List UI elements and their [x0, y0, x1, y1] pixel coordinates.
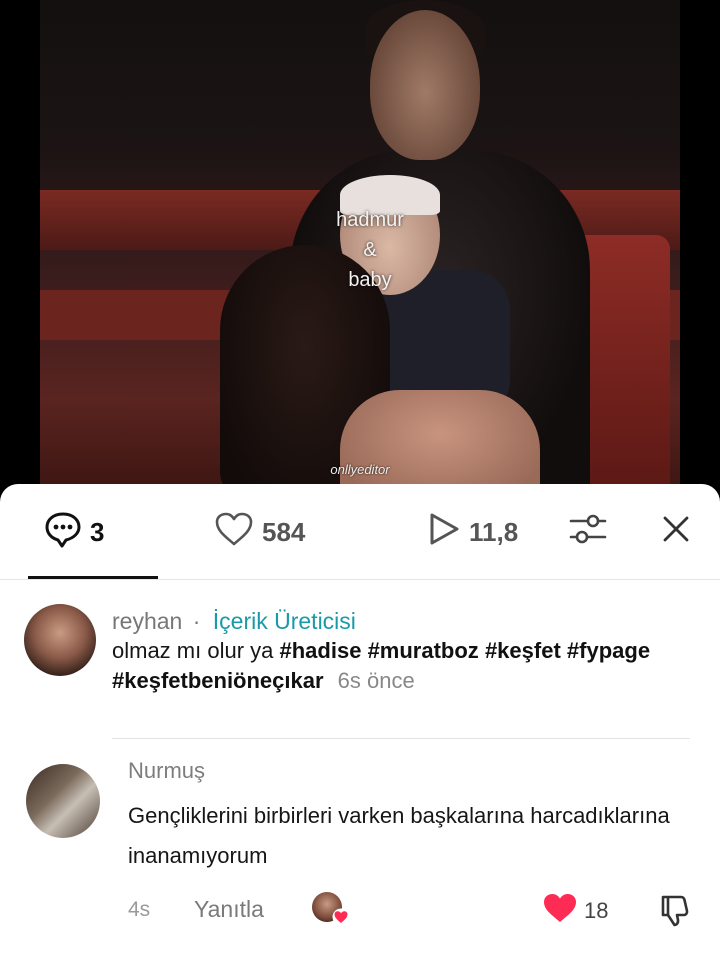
divider: [112, 738, 690, 739]
tab-bar-divider: [0, 579, 720, 580]
hashtag-link[interactable]: #muratboz: [368, 638, 479, 663]
hashtag-link[interactable]: #keşfetbeniöneçıkar: [112, 668, 324, 693]
thumbs-down-icon: [656, 895, 692, 932]
hashtag-link[interactable]: #keşfet: [485, 638, 561, 663]
post-author[interactable]: reyhan: [112, 608, 182, 634]
video-overlay-text: hadmur & baby: [320, 205, 420, 295]
creator-heart-icon: [332, 908, 350, 926]
likes-count: 584: [262, 516, 306, 547]
overlay-line: baby: [348, 269, 392, 291]
overlay-line: &: [363, 239, 377, 261]
caption-text: olmaz mı olur ya: [112, 638, 280, 663]
views-count: 11,8: [469, 516, 519, 547]
comment-timestamp: 4s: [128, 898, 151, 921]
video-frame[interactable]: hadmur & baby onllyeditor: [40, 0, 680, 500]
post-caption: reyhan · İçerik Üreticisi olmaz mı olur …: [0, 592, 720, 702]
heart-filled-icon: [542, 892, 578, 929]
screen: hadmur & baby onllyeditor 3 584 11,8 rey…: [0, 0, 720, 957]
hashtag-link[interactable]: #fypage: [567, 638, 650, 663]
post-separator: ·: [192, 608, 201, 634]
tab-bar: 3 584 11,8: [0, 484, 720, 580]
comment-text: Gençliklerini birbirleri varken başkalar…: [128, 803, 670, 868]
post-caption-text: olmaz mı olur ya #hadise #muratboz #keşf…: [112, 636, 702, 696]
comment-bubble-icon: [44, 510, 82, 555]
play-icon: [427, 511, 461, 554]
comments-sheet: 3 584 11,8 reyhan · İçerik Üreticisi olm…: [0, 484, 720, 957]
sliders-icon: [568, 509, 608, 556]
reply-button[interactable]: Yanıtla: [194, 896, 264, 923]
tab-likes[interactable]: 584: [214, 512, 305, 552]
avatar[interactable]: [24, 604, 96, 676]
filter-button[interactable]: [568, 512, 608, 552]
heart-outline-icon: [214, 511, 254, 554]
comment-like-count: 18: [584, 897, 609, 923]
creator-badge: İçerik Üreticisi: [212, 608, 356, 634]
avatar[interactable]: [26, 764, 100, 838]
post-timestamp: 6s önce: [337, 668, 415, 693]
comment-author[interactable]: Nurmuş: [128, 758, 205, 784]
hashtag-link[interactable]: #hadise: [280, 638, 362, 663]
video-watermark: onllyeditor: [330, 462, 390, 477]
tab-comments[interactable]: 3: [44, 512, 104, 552]
video-player[interactable]: hadmur & baby onllyeditor: [0, 0, 720, 500]
dislike-button[interactable]: [656, 892, 692, 928]
tab-views[interactable]: 11,8: [427, 512, 518, 552]
comments-count: 3: [90, 516, 105, 547]
comment-like-button[interactable]: 18: [542, 892, 608, 929]
post-header: reyhan · İçerik Üreticisi: [112, 608, 356, 635]
close-icon: [660, 513, 692, 552]
comment-actions: 4s Yanıtla 18: [128, 892, 708, 932]
close-button[interactable]: [660, 512, 696, 552]
video-person-man-head: [370, 10, 480, 160]
overlay-line: hadmur: [336, 209, 404, 231]
